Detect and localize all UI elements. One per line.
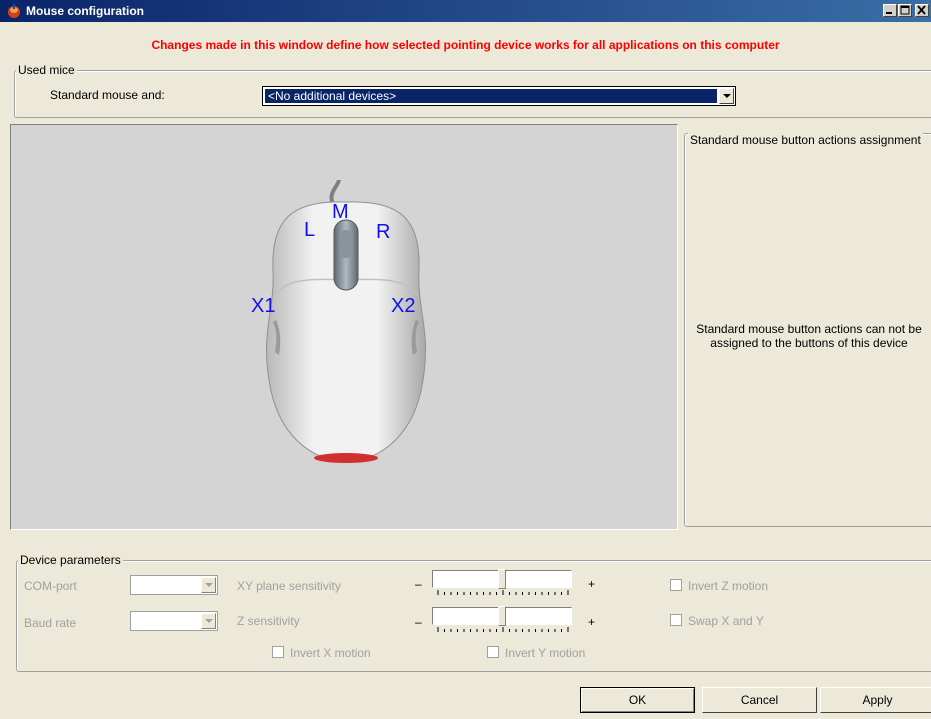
z-sensitivity-slider[interactable] (432, 606, 572, 626)
invert-y-checkbox[interactable] (487, 646, 499, 658)
z-minus-label: – (415, 615, 422, 629)
swap-xy-label: Swap X and Y (688, 614, 764, 628)
z-plus-label: + (588, 615, 596, 629)
close-icon (917, 5, 926, 15)
xy-minus-label: – (415, 577, 422, 591)
xy-plus-label: + (588, 577, 596, 591)
warning-text: Changes made in this window define how s… (151, 38, 780, 52)
actions-message: Standard mouse button actions can not be… (696, 322, 922, 350)
x1-button-label: X1 (251, 295, 276, 317)
app-icon (8, 4, 20, 18)
minimize-icon (886, 12, 892, 14)
chevron-down-icon[interactable] (201, 613, 216, 629)
invert-y-label: Invert Y motion (505, 646, 586, 660)
chevron-down-icon[interactable] (201, 577, 216, 593)
minimize-button[interactable] (883, 4, 897, 17)
xy-sensitivity-slider[interactable] (432, 569, 572, 589)
title-bar[interactable]: Mouse configuration (0, 0, 931, 22)
z-slider-ticks (437, 627, 569, 632)
standard-mouse-label: Standard mouse and: (50, 88, 165, 102)
maximize-icon (900, 5, 910, 15)
swap-xy-checkbox[interactable] (670, 614, 682, 626)
invert-x-checkbox[interactable] (272, 646, 284, 658)
close-button[interactable] (915, 4, 929, 17)
apply-button[interactable]: Apply (820, 687, 931, 713)
xy-slider-thumb[interactable] (498, 569, 506, 589)
invert-z-checkbox[interactable] (670, 579, 682, 591)
com-port-select[interactable] (130, 575, 218, 595)
invert-x-label: Invert X motion (290, 646, 371, 660)
actions-group-label: Standard mouse button actions assignment (688, 133, 923, 147)
com-port-label: COM-port (24, 579, 77, 593)
ok-button[interactable]: OK (580, 687, 695, 713)
device-select[interactable]: <No additional devices> (262, 86, 736, 106)
left-button-label: L (304, 219, 316, 241)
x2-button-label: X2 (391, 295, 416, 317)
xy-slider-ticks (437, 590, 569, 595)
middle-button-label: M (332, 201, 349, 223)
baud-rate-label: Baud rate (24, 616, 77, 630)
z-sensitivity-label: Z sensitivity (237, 614, 300, 628)
maximize-button[interactable] (898, 4, 912, 17)
z-slider-thumb[interactable] (498, 606, 506, 626)
chevron-down-icon[interactable] (719, 88, 734, 104)
window-title: Mouse configuration (26, 4, 144, 18)
right-button-label: R (376, 221, 391, 243)
xy-sensitivity-label: XY plane sensitivity (237, 579, 341, 593)
device-select-value: <No additional devices> (265, 89, 717, 103)
mouse-preview-panel: L M R X1 X2 (10, 124, 678, 530)
invert-z-label: Invert Z motion (688, 579, 769, 593)
baud-rate-select[interactable] (130, 611, 218, 631)
used-mice-label: Used mice (16, 63, 77, 77)
cancel-button[interactable]: Cancel (702, 687, 817, 713)
device-parameters-label: Device parameters (18, 553, 123, 567)
